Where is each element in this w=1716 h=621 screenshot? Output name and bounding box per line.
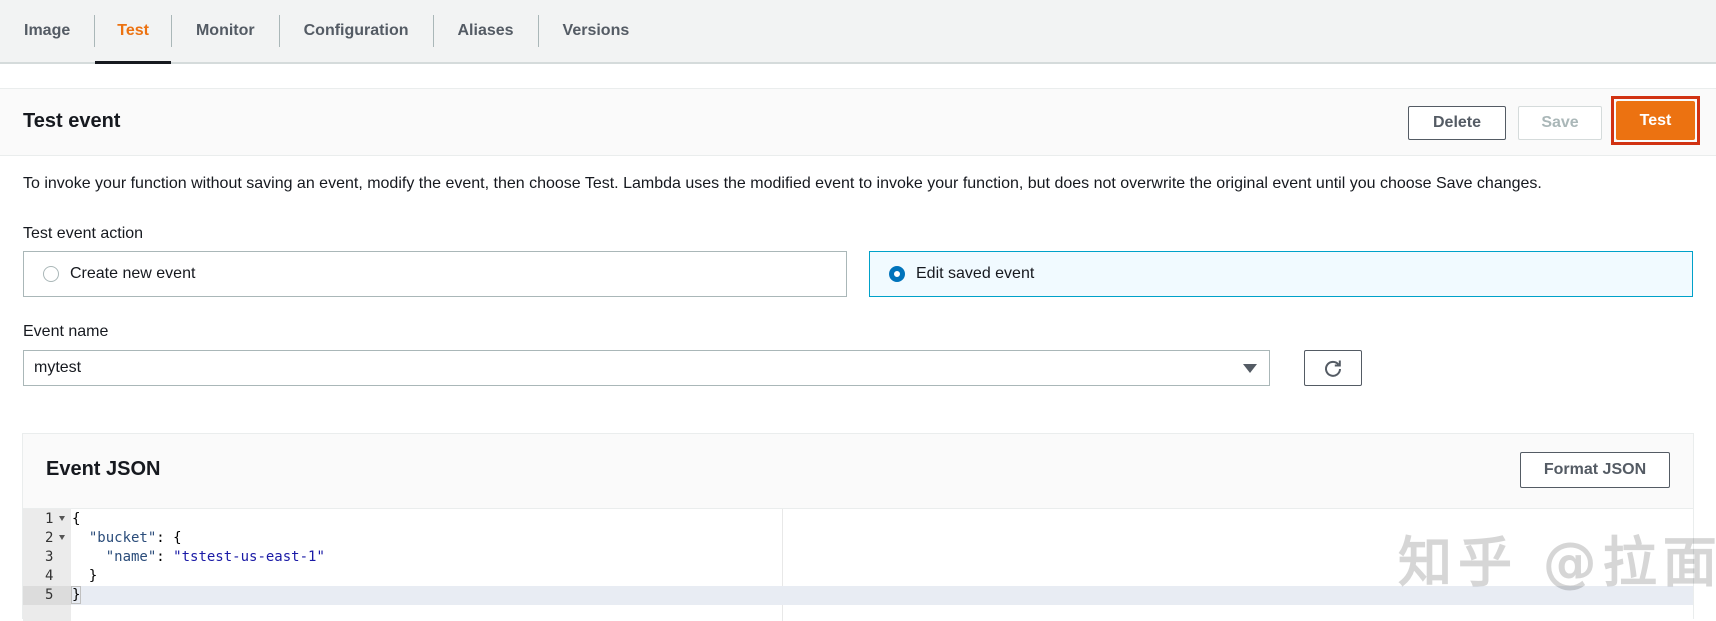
tab-configuration[interactable]: Configuration — [280, 0, 433, 62]
code-text: "bucket": { — [88, 530, 182, 546]
event-name-select[interactable]: mytest — [23, 350, 1270, 386]
edit-saved-event-option[interactable]: Edit saved event — [869, 251, 1693, 297]
test-event-header: Test event Delete Save Test — [0, 88, 1716, 156]
refresh-icon — [1325, 360, 1341, 377]
code-text: } — [72, 568, 98, 584]
tab-label: Image — [24, 22, 71, 39]
event-json-title: Event JSON — [46, 458, 161, 480]
create-new-event-option[interactable]: Create new event — [23, 251, 847, 297]
tab-versions[interactable]: Versions — [539, 0, 654, 62]
json-string: "tstest-us-east-1" — [173, 549, 325, 565]
tab-image[interactable]: Image — [24, 0, 94, 62]
tab-label: Versions — [562, 22, 630, 39]
tab-bar: Image Test Monitor Configuration Aliases… — [0, 0, 1716, 64]
fold-arrow-icon[interactable] — [59, 516, 65, 521]
code-text: } — [70, 586, 82, 604]
radio-unchecked-icon[interactable] — [43, 266, 59, 282]
tab-label: Aliases — [457, 22, 514, 39]
description-text: To invoke your function without saving a… — [23, 175, 1542, 192]
line-number: 3 — [45, 549, 54, 565]
json-key: "bucket" — [88, 530, 157, 546]
line-number: 5 — [23, 586, 71, 605]
caret-down-icon — [1243, 364, 1257, 373]
event-name-value: mytest — [34, 359, 82, 376]
refresh-button[interactable] — [1304, 350, 1362, 386]
tab-aliases[interactable]: Aliases — [434, 0, 538, 62]
tab-test[interactable]: Test — [95, 0, 171, 64]
option-label: Edit saved event — [916, 265, 1035, 282]
test-event-action-label: Test event action — [23, 225, 144, 242]
tab-label: Monitor — [195, 22, 255, 39]
code-text: "name": "tstest-us-east-1" — [105, 549, 325, 565]
line-number: 4 — [45, 568, 54, 584]
radio-checked-icon[interactable] — [889, 266, 905, 282]
tab-label: Configuration — [303, 22, 409, 39]
event-name-label: Event name — [23, 323, 109, 340]
json-key: "name" — [105, 549, 157, 565]
code-text: { — [72, 511, 81, 527]
tab-monitor[interactable]: Monitor — [172, 0, 279, 62]
watermark-text: 知乎 @拉面 — [1398, 531, 1716, 594]
format-json-button[interactable]: Format JSON — [1520, 452, 1670, 488]
delete-button[interactable]: Delete — [1408, 106, 1506, 140]
save-button[interactable]: Save — [1518, 106, 1602, 140]
test-button[interactable]: Test — [1616, 101, 1695, 140]
tab-label: Test — [117, 22, 149, 39]
fold-arrow-icon[interactable] — [59, 535, 65, 540]
panel-title: Test event — [23, 110, 121, 132]
option-label: Create new event — [70, 265, 196, 282]
